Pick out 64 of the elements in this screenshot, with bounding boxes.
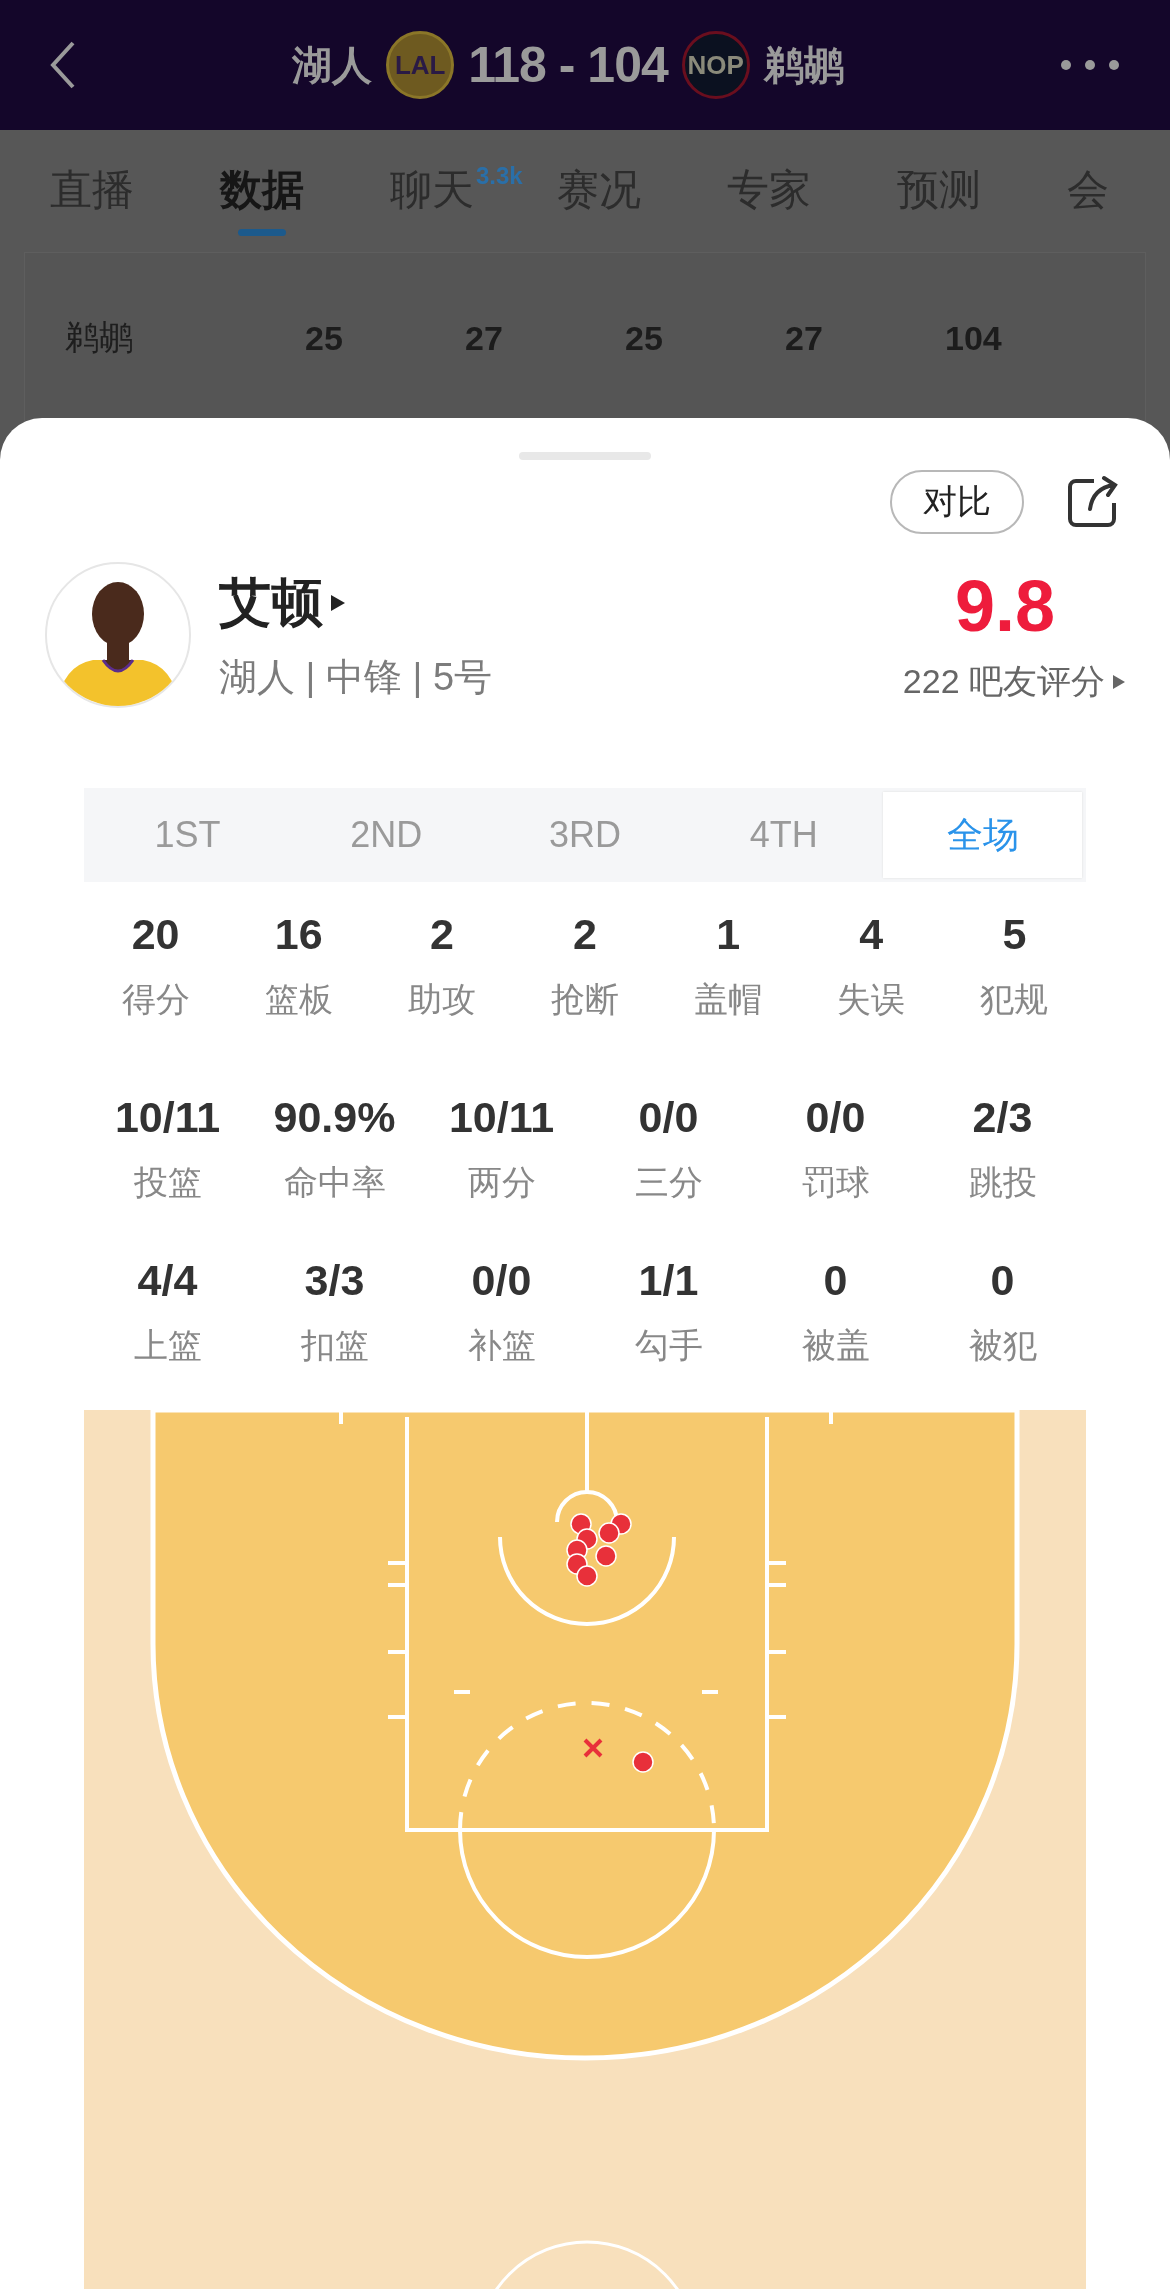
period-tab[interactable]: 3RD	[485, 792, 685, 878]
quarter-score: 27	[465, 318, 504, 358]
quarter-score: 27	[785, 318, 824, 358]
tab[interactable]: 数据	[220, 142, 304, 240]
stat-value: 2/3	[972, 1093, 1033, 1142]
stat-label: 罚球	[801, 1162, 870, 1203]
quarter-score: 104	[945, 318, 1003, 358]
team-name: 湖人	[292, 41, 373, 89]
stat-label: 投篮	[133, 1162, 202, 1203]
stat-label: 命中率	[283, 1162, 386, 1203]
period-tab[interactable]: 2ND	[286, 792, 486, 878]
stat-value: 10/11	[114, 1093, 221, 1142]
player-rating: 9.8	[954, 565, 1056, 647]
stat-label: 补篮	[467, 1325, 536, 1366]
compare-button[interactable]: 对比	[890, 470, 1024, 534]
stat-label: 跳投	[968, 1162, 1037, 1203]
stat-value: 0/0	[805, 1093, 866, 1142]
player-info: 湖人 | 中锋 | 5号	[219, 654, 494, 700]
period-tab[interactable]: 1ST	[88, 792, 287, 878]
stat-value: 16	[274, 910, 323, 959]
stat-label: 盖帽	[694, 979, 763, 1020]
rating-count-link[interactable]: 222 吧友评分	[902, 659, 1105, 705]
stat-label: 上篮	[133, 1325, 202, 1366]
stat-label: 篮板	[264, 979, 333, 1020]
stat-value: 0/0	[471, 1256, 532, 1305]
share-icon[interactable]	[1066, 475, 1120, 529]
stat-value: 4	[859, 910, 884, 959]
stat-label: 被犯	[968, 1325, 1037, 1366]
stat-value: 5	[1002, 910, 1027, 959]
stat-label: 扣篮	[300, 1325, 369, 1366]
quarter-score: 25	[305, 318, 344, 358]
stat-label: 被盖	[801, 1325, 870, 1366]
back-icon[interactable]	[50, 40, 76, 90]
stat-value: 0	[823, 1256, 848, 1305]
stat-label: 犯规	[980, 979, 1049, 1020]
team-name: 鹈鹕	[763, 41, 844, 89]
stat-value: 3/3	[304, 1256, 365, 1305]
more-icon[interactable]	[1060, 59, 1120, 71]
stat-label: 助攻	[407, 979, 476, 1020]
stat-value: 0/0	[638, 1093, 699, 1142]
stat-label: 勾手	[634, 1325, 703, 1366]
stat-value: 2	[573, 910, 597, 959]
stat-label: 抢断	[551, 979, 619, 1020]
stat-value: 10/11	[448, 1093, 555, 1142]
team-logo: LAL	[386, 31, 455, 99]
match-score: 118 - 104	[468, 36, 668, 94]
stat-value: 2	[429, 910, 454, 959]
stat-value: 1	[716, 910, 741, 959]
stat-label: 得分	[121, 979, 190, 1020]
stat-value: 90.9%	[273, 1093, 396, 1142]
caret-icon	[331, 594, 345, 611]
caret-icon	[1113, 675, 1125, 689]
player-name[interactable]: 艾顿	[219, 567, 323, 638]
stat-label: 失误	[837, 979, 906, 1020]
stat-value: 20	[131, 910, 180, 959]
team-logo: NOP	[681, 31, 750, 99]
stat-value: 0	[990, 1256, 1015, 1305]
period-tab[interactable]: 4TH	[684, 792, 884, 878]
quarter-score: 25	[625, 318, 664, 358]
stat-label: 三分	[634, 1162, 703, 1203]
period-tab[interactable]: 全场	[883, 792, 1082, 878]
stat-label: 两分	[467, 1162, 536, 1203]
stat-value: 4/4	[137, 1256, 198, 1305]
stat-value: 1/1	[638, 1256, 699, 1305]
